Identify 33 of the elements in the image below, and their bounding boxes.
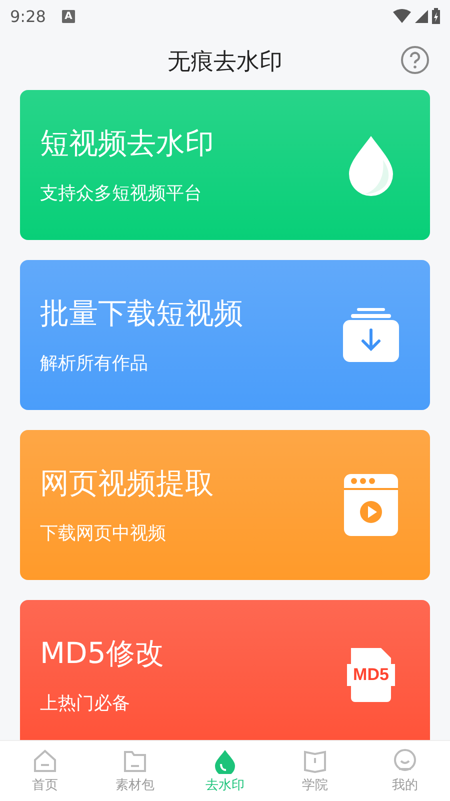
feature-card[interactable]: MD5修改 上热门必备 MD5 bbox=[20, 600, 430, 740]
nav-tab[interactable]: 素材包 bbox=[90, 741, 180, 801]
help-icon[interactable] bbox=[400, 45, 430, 75]
card-title: 网页视频提取 bbox=[40, 465, 215, 501]
feature-card[interactable]: 短视频去水印 支持众多短视频平台 bbox=[20, 90, 430, 240]
card-subtitle: 下载网页中视频 bbox=[40, 523, 167, 545]
nav-tab[interactable]: 首页 bbox=[0, 741, 90, 801]
download-box-icon bbox=[343, 308, 399, 362]
smiley-icon bbox=[392, 748, 418, 774]
card-title: MD5修改 bbox=[40, 635, 165, 671]
video-window-icon bbox=[344, 474, 398, 536]
nav-tab[interactable]: 去水印 bbox=[180, 741, 270, 801]
battery-icon bbox=[432, 8, 440, 24]
card-subtitle: 解析所有作品 bbox=[40, 353, 149, 375]
feature-card[interactable]: 批量下载短视频 解析所有作品 bbox=[20, 260, 430, 410]
card-subtitle: 上热门必备 bbox=[40, 693, 131, 715]
card-subtitle: 支持众多短视频平台 bbox=[40, 183, 203, 205]
house-icon bbox=[32, 748, 58, 774]
water-drop-icon bbox=[212, 748, 238, 774]
card-title: 短视频去水印 bbox=[40, 125, 215, 161]
water-drop-icon bbox=[347, 134, 395, 196]
page-title: 无痕去水印 bbox=[168, 48, 282, 76]
card-title: 批量下载短视频 bbox=[40, 295, 244, 331]
book-icon bbox=[302, 748, 328, 774]
md5-label: MD5 bbox=[352, 665, 390, 685]
folder-icon bbox=[122, 748, 148, 774]
nav-tab[interactable]: 学院 bbox=[270, 741, 360, 801]
status-time: 9:28 bbox=[10, 6, 46, 26]
notification-icon: A bbox=[62, 10, 75, 22]
nav-tab[interactable]: 我的 bbox=[360, 741, 450, 801]
signal-icon bbox=[415, 10, 428, 22]
feature-card[interactable]: 网页视频提取 下载网页中视频 bbox=[20, 430, 430, 580]
wifi-icon bbox=[393, 9, 411, 23]
